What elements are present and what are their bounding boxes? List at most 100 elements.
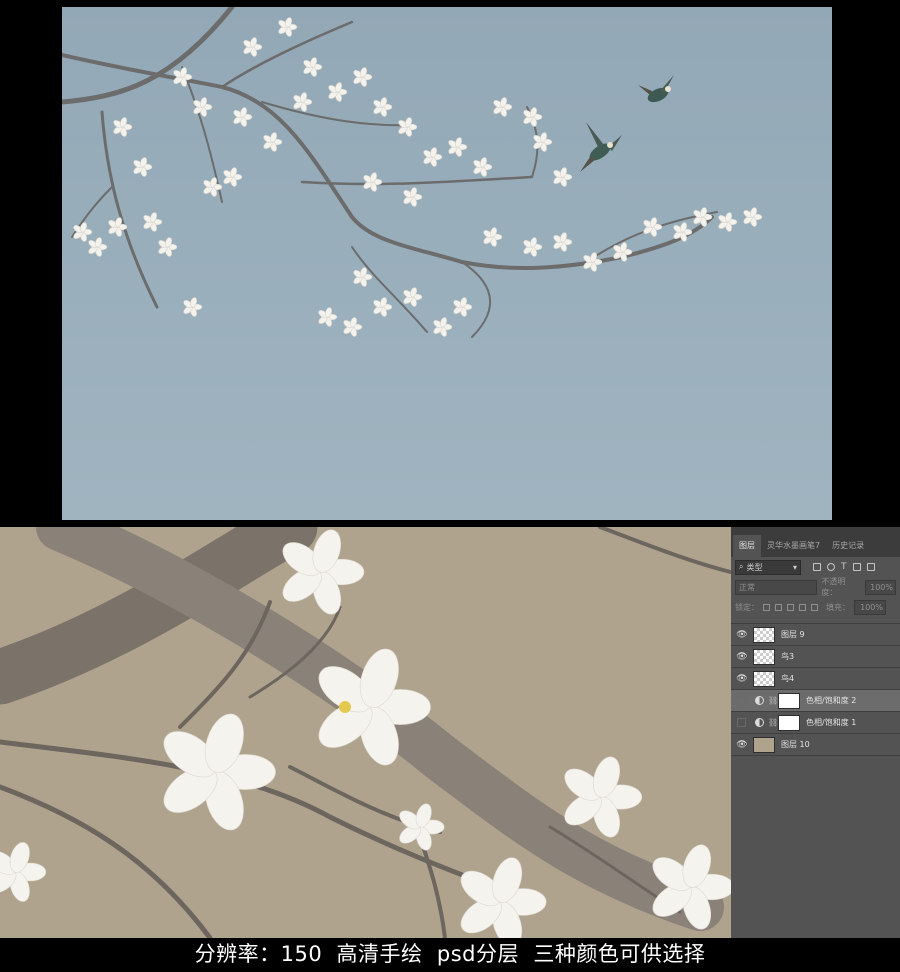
type-filter-icon[interactable]: T — [841, 563, 847, 572]
blossom-icon — [553, 167, 573, 187]
top-painting — [62, 7, 832, 520]
blossom-icon — [183, 297, 203, 317]
blossom-icon — [523, 237, 543, 257]
layer-list: 👁 图层 9 👁 鸟3 👁 鸟4 ⛓ 色相/饱和度 2 ⛓ 色相/饱和度 1 👁… — [731, 623, 900, 756]
eye-icon[interactable]: 👁 — [735, 630, 749, 640]
blend-mode-select[interactable]: 正常 — [735, 579, 818, 595]
blossom-icon — [493, 97, 513, 117]
blossom-icon — [143, 212, 163, 232]
closeup-painting — [0, 527, 731, 938]
blossom-icon — [293, 92, 313, 112]
layer-thumbnail — [753, 626, 775, 643]
layer-name: 图层 10 — [781, 740, 810, 749]
blossom-icon — [363, 172, 383, 192]
blossom-icon — [113, 117, 133, 137]
blossom-icon — [483, 227, 503, 247]
layer-name: 色相/饱和度 1 — [806, 718, 857, 727]
layer-thumbnail — [753, 648, 775, 665]
eye-icon[interactable]: 👁 — [735, 652, 749, 662]
blossom-icon — [423, 147, 443, 167]
layer-name: 鸟4 — [781, 674, 795, 683]
layer-thumbnail — [753, 736, 775, 753]
blossom-icon — [718, 212, 738, 232]
magnolia-bud-icon — [399, 803, 445, 851]
lock-icons — [763, 603, 818, 611]
lock-all-icon[interactable] — [811, 603, 818, 611]
magnolia-flower-icon — [0, 842, 47, 902]
blossom-icon — [223, 167, 243, 187]
blossom-icon — [533, 132, 553, 152]
lock-pixels-icon[interactable] — [775, 603, 782, 611]
layer-thumbnail — [753, 670, 775, 687]
pixel-filter-icon[interactable] — [813, 563, 821, 571]
lock-transparency-icon[interactable] — [763, 603, 770, 611]
layers-panel: 图层 灵华水墨画笔7 历史记录 ⌕ 类型 ▾ T 正常 不透明度： 100% 锁… — [731, 527, 900, 938]
blossom-icon — [263, 132, 283, 152]
magnolia-flower-icon — [460, 857, 547, 938]
bird-icon — [580, 122, 622, 172]
blossom-icon — [108, 217, 128, 237]
blossom-icon — [328, 82, 348, 102]
eye-icon[interactable]: 👁 — [735, 740, 749, 750]
layer-filter-row: ⌕ 类型 ▾ T — [731, 557, 900, 577]
adjustment-layer-icon — [755, 696, 764, 705]
filter-kind-select[interactable]: ⌕ 类型 ▾ — [735, 559, 801, 575]
smart-object-filter-icon[interactable] — [866, 563, 875, 571]
filter-kind-value: 类型 — [746, 562, 763, 572]
blossom-icon — [373, 297, 393, 317]
tab-ink-brushes[interactable]: 灵华水墨画笔7 — [761, 535, 826, 557]
lock-label: 锁定： — [735, 602, 759, 612]
panel-tabs: 图层 灵华水墨画笔7 历史记录 — [731, 527, 900, 557]
blossom-icon — [278, 17, 298, 37]
blossom-icon — [373, 97, 393, 117]
lock-position-icon[interactable] — [787, 603, 794, 611]
blossom-icon — [473, 157, 493, 177]
layer-mask-thumbnail — [778, 714, 800, 731]
blossom-icon — [158, 237, 178, 257]
blossom-icon — [133, 157, 153, 177]
fill-input[interactable]: 100% — [854, 599, 886, 615]
blossom-icon — [523, 107, 543, 127]
blossom-icon — [88, 237, 108, 257]
blossom-icon — [403, 187, 423, 207]
lock-artboard-icon[interactable] — [799, 603, 806, 611]
layer-row[interactable]: 👁 鸟4 — [731, 668, 900, 690]
blossom-icon — [453, 297, 473, 317]
fill-label: 填充： — [826, 602, 850, 612]
tab-layers[interactable]: 图层 — [733, 535, 761, 557]
layer-row[interactable]: 👁 鸟3 — [731, 646, 900, 668]
shape-filter-icon[interactable] — [852, 563, 861, 571]
blend-row: 正常 不透明度： 100% — [731, 577, 900, 597]
lock-row: 锁定： 填充： 100% — [731, 597, 900, 617]
chevron-down-icon: ▾ — [792, 562, 797, 572]
bird-icon — [638, 75, 674, 103]
blossom-icon — [203, 177, 223, 197]
blossom-icon — [318, 307, 338, 327]
tab-history[interactable]: 历史记录 — [826, 535, 870, 557]
blossom-icon — [303, 57, 323, 77]
visibility-toggle-off[interactable] — [737, 696, 746, 705]
eye-icon[interactable]: 👁 — [735, 674, 749, 684]
blossom-icon — [243, 37, 263, 57]
filter-icons: T — [813, 563, 875, 572]
opacity-label: 不透明度： — [821, 577, 846, 597]
adjustment-layer-icon — [755, 718, 764, 727]
magnolia-closeup-artwork — [0, 527, 731, 938]
layer-row[interactable]: ⛓ 色相/饱和度 1 — [731, 712, 900, 734]
opacity-input[interactable]: 100% — [864, 579, 896, 595]
blossom-icon — [233, 107, 253, 127]
blossom-icon — [553, 232, 573, 252]
layer-row[interactable]: 👁 图层 9 — [731, 624, 900, 646]
layer-row[interactable]: 👁 图层 10 — [731, 734, 900, 756]
link-icon: ⛓ — [768, 718, 779, 727]
layer-mask-thumbnail — [778, 692, 800, 709]
visibility-toggle-off[interactable] — [737, 718, 746, 727]
flower-stamen — [339, 701, 351, 713]
adjustment-filter-icon[interactable] — [827, 563, 835, 571]
layer-name: 色相/饱和度 2 — [806, 696, 857, 705]
blossom-icon — [643, 217, 663, 237]
caption-text: 分辨率：150 高清手绘 psd分层 三种颜色可供选择 — [194, 942, 706, 966]
blossom-icon — [743, 207, 763, 227]
layer-row[interactable]: ⛓ 色相/饱和度 2 — [731, 690, 900, 712]
blossom-icon — [353, 67, 373, 87]
